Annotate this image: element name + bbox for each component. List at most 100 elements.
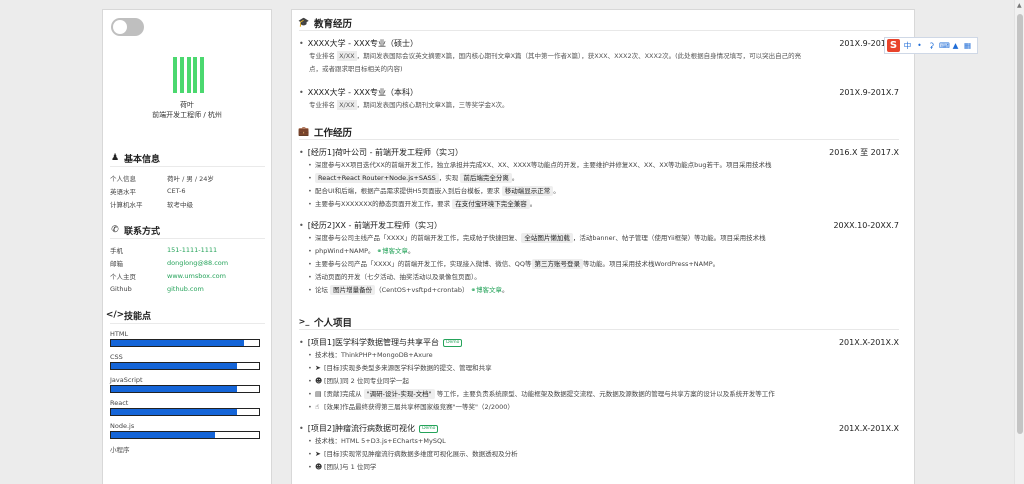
project-name: [项目2]肿瘤流行病数据可视化 [307, 424, 416, 433]
graduation-cap-icon: 🎓 [298, 17, 310, 28]
project-item: ➤[目标]实现多类型多来源医学科学数据的提交、管理和共享 [299, 362, 899, 375]
skill-progress-fill [111, 409, 237, 415]
users-icon: ☻ [315, 463, 323, 471]
basic-info-title: 基本信息 [124, 154, 161, 165]
item-text: [团队]同 2 位同专业同学一起 [324, 377, 409, 385]
project-item: ☻[团队]同 2 位同专业同学一起 [299, 375, 899, 388]
work-item-cont: React+React Router+Node.js+SASS，实现 前后端完全… [299, 172, 899, 185]
skills-title: 技能点 [124, 311, 152, 322]
item-text: [目标]实现多类型多来源医学科学数据的提交、管理和共享 [324, 364, 492, 372]
entry-desc: 专业排名 X/XX ，期间发表国际会议英文摘要X篇，国内核心期刊文章X篇（其中第一… [299, 50, 899, 76]
project-item: 技术栈：HTML 5+D3.js+ECharts+MySQL [299, 435, 899, 448]
info-label: 英语水平 [110, 187, 136, 196]
project-entry: [项目2]肿瘤流行病数据可视化Demo 201X.X-201X.X 技术栈：HTM… [299, 422, 899, 474]
item-text: 主要参与XXXXXXX的静态页面开发工作，要求 [315, 200, 451, 208]
tech-tag: React+React Router+Node.js+SASS [315, 173, 439, 183]
work-item: 深度参与公司主线产品「XXXX」的前端开发工作，完成帖子快捷回复、全站图片懒加载… [299, 232, 899, 245]
grid-menu-icon[interactable]: ▦ [963, 41, 972, 50]
item-text: 技术栈：HTML 5+D3.js+ECharts+MySQL [315, 437, 446, 445]
entry-date: 201X.X-201X.X [838, 338, 899, 347]
desc-text: 专业排名 [309, 52, 335, 60]
item-text: （CentOS+vsftpd+crontab） [375, 286, 469, 294]
item-text: 主要参与公司产品「XXXX」的前端开发工作，实现接入微博、微信、QQ等 [315, 260, 532, 268]
item-text: 。 [502, 286, 509, 294]
skill-item: CSS [110, 351, 265, 370]
info-row: 个人信息 荷叶 / 男 / 24岁 [110, 171, 265, 184]
terminal-icon: >_ [298, 317, 310, 326]
scroll-thumb[interactable] [1017, 14, 1023, 434]
github-link[interactable]: github.com [167, 285, 204, 293]
microphone-icon[interactable]: ⚳ [927, 41, 936, 50]
item-text: 技术栈：ThinkPHP+MongoDB+Axure [315, 351, 433, 359]
tech-tag: 前后端完全分离 [460, 173, 512, 183]
skill-progress-fill [111, 432, 215, 438]
phone-icon: ✆ [111, 225, 119, 235]
entry-title: XXXX大学 - XXX专业（硕士） [299, 38, 418, 49]
skin-icon[interactable]: ▲ [951, 41, 960, 50]
item-text: [贡献]完成从 [324, 390, 362, 398]
entry-title: [经历2]XX - 前端开发工程师（实习） [299, 220, 442, 231]
punctuation-icon[interactable]: • [915, 41, 924, 50]
scroll-up-icon[interactable]: ▲ [1017, 2, 1022, 9]
project-item: 技术栈：ThinkPHP+MongoDB+Axure [299, 349, 899, 362]
blog-link[interactable]: 博客文章 [382, 247, 408, 255]
entry-title: [经历1]荷叶公司 - 前端开发工程师（实习） [299, 147, 463, 158]
info-value: 软考中级 [167, 200, 193, 209]
blog-link[interactable]: 博客文章 [476, 286, 502, 294]
phone-link[interactable]: 151-1111-1111 [167, 246, 217, 254]
contact-label: 邮箱 [110, 259, 123, 268]
item-text: 论坛 [315, 286, 328, 294]
theme-toggle[interactable] [111, 18, 144, 36]
info-value: 荷叶 / 男 / 24岁 [167, 174, 214, 183]
item-text: 等功能。项目采用技术栈WordPress+NAMP。 [583, 260, 720, 268]
skill-name: CSS [110, 352, 123, 361]
skill-name: JavaScript [110, 375, 143, 384]
item-text: 。 [408, 247, 415, 255]
project-item: ▤[贡献]完成从 "调研-设计-实现-文档" 等工作，主要负责系统原型、功能框架… [299, 388, 899, 401]
work-item: 主要参与XXXXXXX的静态页面开发工作，要求 在支付宝环境下完全兼容。 [299, 198, 899, 211]
item-text: 活动页面的开发（七夕活动、抽奖活动以及录像包页面）。 [315, 273, 481, 281]
entry-date: 201X.X-201X.X [838, 424, 899, 433]
item-text: 。 [553, 187, 560, 195]
education-entry: XXXX大学 - XXX专业（硕士）201X.9-201X.7 专业排名 X/X… [299, 37, 899, 76]
thumbs-up-icon: ☝ [315, 403, 320, 411]
work-item: 主要参与公司产品「XXXX」的前端开发工作，实现接入微博、微信、QQ等第三方账号… [299, 258, 899, 271]
desc-text: 点，或者跟求职目标相关的内容) [309, 65, 403, 73]
profile-subtitle: 前端开发工程师 / 杭州 [152, 111, 222, 119]
skill-progress-fill [111, 386, 237, 392]
tech-tag: 全站图片懒加载 [521, 233, 573, 243]
desc-text: ，期间发表国际会议英文摘要X篇，国内核心期刊文章X篇（其中第一作者X篇），获XX… [356, 52, 802, 60]
projects-section: >_个人项目 [项目1]医学科学数据管理与共享平台Demo201X.X-201X… [299, 314, 899, 474]
sogou-logo-icon[interactable]: S [887, 39, 900, 52]
project-name: [项目1]医学科学数据管理与共享平台 [307, 338, 440, 347]
toggle-knob [113, 20, 127, 34]
contact-label: 手机 [110, 246, 123, 255]
paper-plane-icon: ➤ [315, 364, 321, 372]
user-icon: ♟ [110, 153, 120, 163]
skill-list: HTML CSS JavaScript React Node.js 小程序 [110, 328, 265, 454]
ime-language-toggle[interactable]: 中 [903, 40, 912, 51]
entry-date: 20XX.10-20XX.7 [833, 221, 899, 230]
keyboard-icon[interactable]: ⌨ [939, 41, 950, 50]
entry-title: [项目1]医学科学数据管理与共享平台Demo [299, 337, 463, 348]
page-scrollbar[interactable]: ▲ [1014, 0, 1024, 484]
homepage-link[interactable]: www.umsbox.com [167, 272, 226, 280]
education-title: 教育经历 [314, 18, 353, 30]
tech-tag: 移动端显示正常 [501, 186, 554, 196]
contact-section: ✆ 联系方式 手机 151-1111-1111 邮箱 donglong@88.com … [110, 225, 265, 295]
info-row: 英语水平 CET-6 [110, 184, 265, 197]
work-item: 论坛 图片增量备份（CentOS+vsftpd+crontab） ⚭博客文章。 [299, 284, 899, 297]
ime-toolbar[interactable]: S 中 • ⚳ ⌨ ▲ ▦ [884, 37, 978, 54]
email-link[interactable]: donglong@88.com [167, 259, 228, 267]
tech-tag: "调研-设计-实现-文档" [363, 389, 435, 399]
tech-tag: 在支付宝环境下完全兼容 [452, 199, 530, 209]
work-item: 活动页面的开发（七夕活动、抽奖活动以及录像包页面）。 [299, 271, 899, 284]
item-text: 。 [511, 174, 519, 182]
entry-title: [项目2]肿瘤流行病数据可视化Demo [299, 423, 439, 434]
desc-text: 专业排名 [309, 101, 335, 109]
item-text: 深度参与公司主线产品「XXXX」的前端开发工作，完成帖子快捷回复、 [315, 234, 522, 242]
contact-row: Github github.com [110, 282, 265, 295]
code-icon: </> [105, 310, 125, 320]
demo-badge[interactable]: Demo [419, 424, 439, 433]
demo-badge[interactable]: Demo [443, 338, 463, 347]
